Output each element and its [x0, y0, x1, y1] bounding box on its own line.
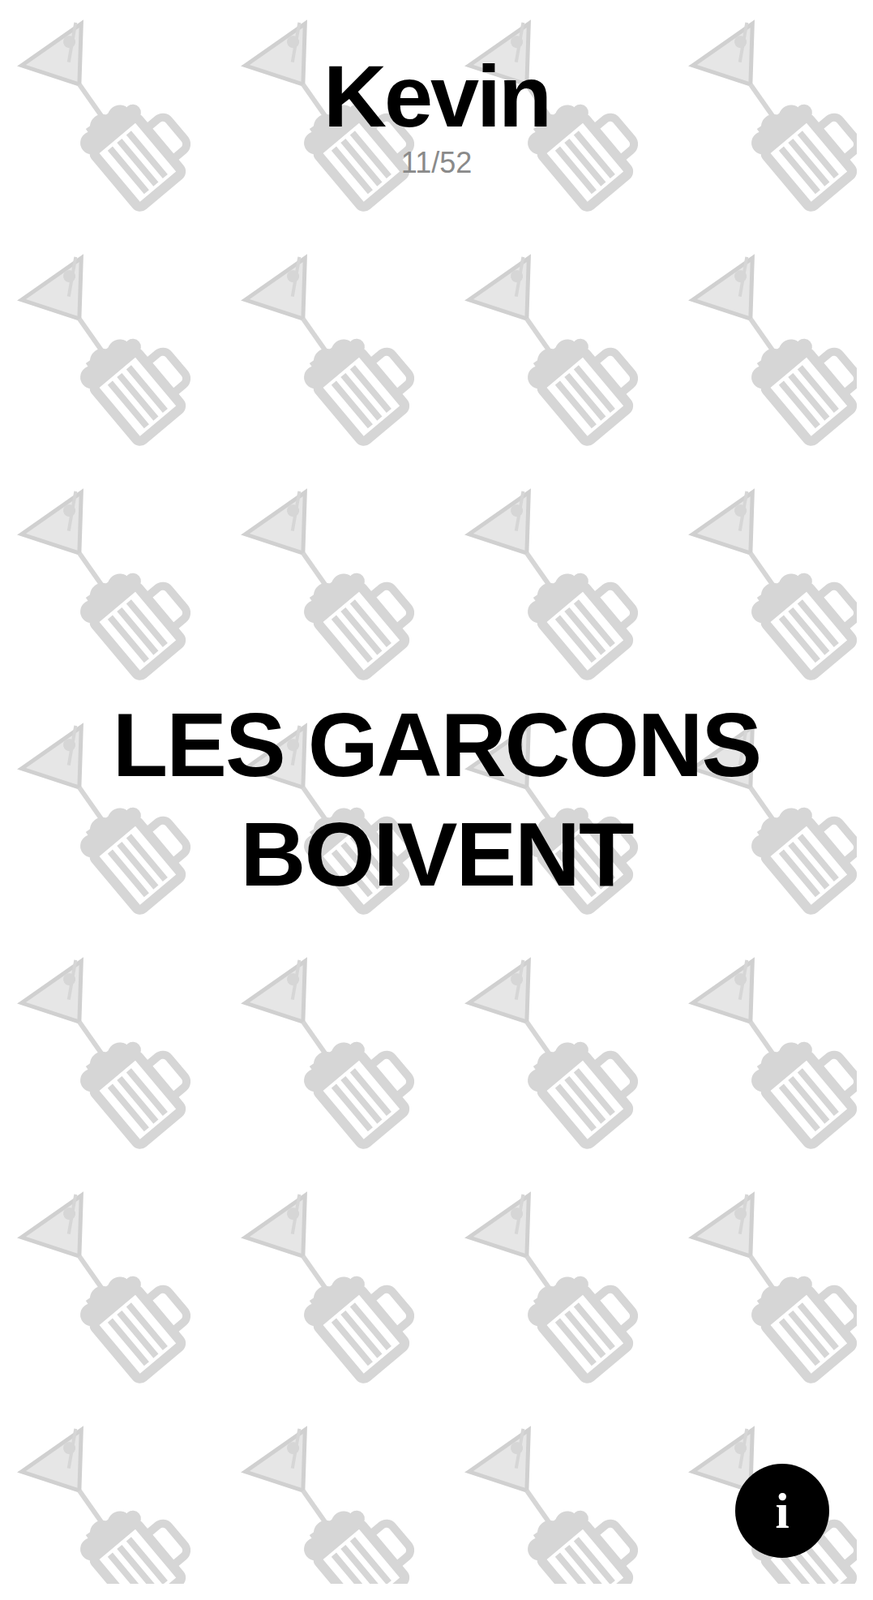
card-text: LES GARCONS BOIVENT: [47, 690, 826, 909]
card-body: LES GARCONS BOIVENT: [0, 218, 873, 1381]
turn-counter: 11/52: [401, 145, 472, 180]
card-header: Kevin 11/52: [0, 0, 873, 219]
info-button[interactable]: i: [735, 1463, 830, 1558]
player-name: Kevin: [323, 48, 550, 146]
drinks-pattern-icon: [0, 0, 873, 1600]
card-screen: Kevin 11/52 LES GARCONS BOIVENT i: [0, 0, 873, 1600]
